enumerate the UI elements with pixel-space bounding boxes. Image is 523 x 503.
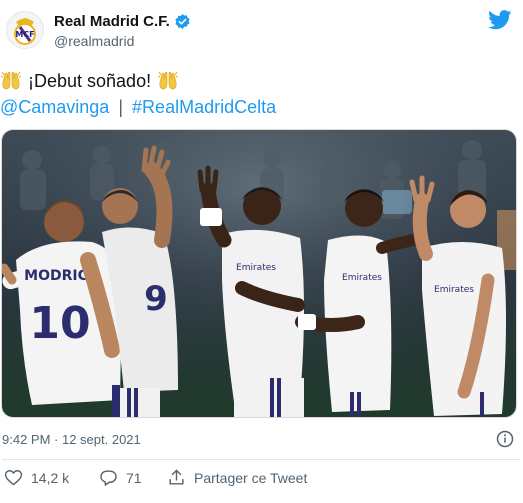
tweet-timestamp[interactable]: 9:42 PM · 12 sept. 2021 [2, 432, 141, 447]
hashtag-link[interactable]: #RealMadridCelta [132, 97, 276, 117]
players-celebrating-image: MODRIC 10 9 Emirates Emirates Emirates [2, 130, 516, 417]
svg-text:MCF: MCF [15, 30, 34, 39]
like-button[interactable]: 14,2 k [4, 468, 69, 487]
tweet-header: MCF Real Madrid C.F. @realmadrid [0, 0, 523, 62]
tweet-text: ¡Debut soñado! [28, 71, 152, 91]
like-count: 14,2 k [31, 469, 70, 486]
shirt-sponsor-text: Emirates [342, 273, 382, 283]
speech-bubble-icon [100, 470, 117, 486]
shirt-name-text: MODRIC [24, 268, 88, 284]
raising-hands-emoji-icon [157, 71, 179, 90]
shirt-sponsor-text: Emirates [236, 263, 276, 273]
shirt-sponsor-text: Emirates [434, 285, 474, 295]
raising-hands-emoji-icon [0, 71, 22, 90]
real-madrid-crest-avatar[interactable]: MCF [6, 11, 44, 49]
shirt-number-10-text: 10 [29, 298, 90, 349]
tweet-text-line-1: ¡Debut soñado! [0, 68, 515, 94]
account-names: Real Madrid C.F. @realmadrid [54, 13, 191, 49]
twitter-bird-icon[interactable] [488, 10, 512, 30]
display-name-row[interactable]: Real Madrid C.F. [54, 13, 191, 30]
tweet-actions: 14,2 k 71 Partager ce Tweet [0, 468, 523, 492]
actions-divider [2, 459, 521, 460]
tweet-text-line-2: @Camavinga | #RealMadridCelta [0, 94, 515, 120]
shirt-number-9-text: 9 [144, 279, 168, 319]
share-button[interactable]: Partager ce Tweet [167, 468, 307, 487]
verified-badge-icon [175, 14, 190, 29]
share-label: Partager ce Tweet [194, 469, 308, 486]
heart-icon [4, 470, 23, 486]
text-separator: | [118, 97, 124, 117]
info-icon[interactable] [496, 430, 514, 448]
tweet-photo[interactable]: MODRIC 10 9 Emirates Emirates Emirates [1, 129, 517, 418]
share-icon [169, 469, 184, 485]
reply-button[interactable]: 71 [99, 468, 142, 487]
tweet-meta: 9:42 PM · 12 sept. 2021 [0, 430, 523, 450]
tweet-body: ¡Debut soñado! @Camavinga | #RealMadridC… [0, 68, 515, 120]
display-name[interactable]: Real Madrid C.F. [54, 13, 170, 30]
reply-count: 71 [126, 469, 142, 486]
mention-link[interactable]: @Camavinga [0, 97, 109, 117]
account-handle[interactable]: @realmadrid [54, 33, 191, 49]
